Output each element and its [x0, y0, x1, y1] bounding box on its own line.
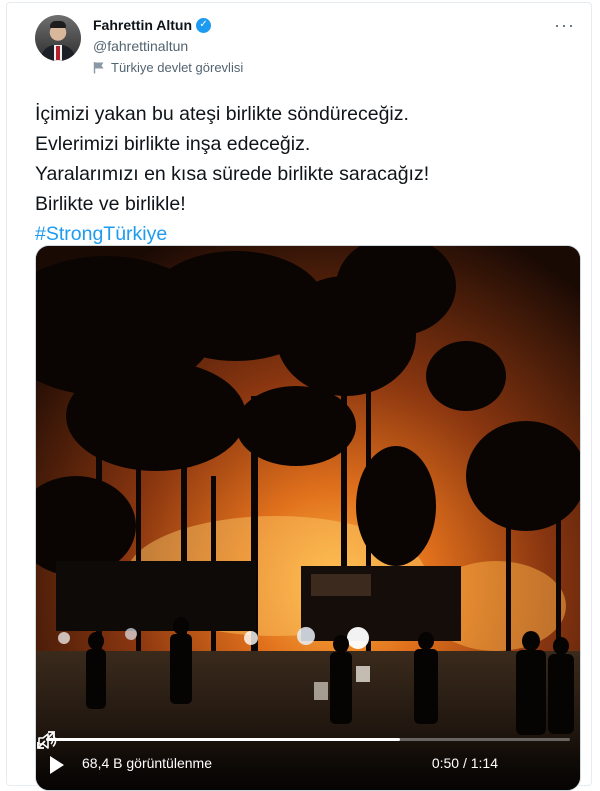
flag-icon: [93, 62, 104, 74]
account-label[interactable]: Türkiye devlet görevlisi: [93, 60, 243, 75]
progress-bar[interactable]: [46, 738, 570, 741]
account-label-text: Türkiye devlet görevlisi: [111, 60, 244, 75]
view-count: 68,4 B görüntülenme: [82, 755, 212, 771]
tweet-line: Birlikte ve birlikle!: [35, 193, 186, 215]
tweet-line: Yaralarımızı en kısa sürede birlikte sar…: [35, 163, 430, 185]
avatar-hair: [50, 21, 66, 28]
progress-fill: [46, 738, 401, 741]
video-time: 0:50 / 1:14: [431, 755, 498, 771]
tweet-line: Evlerimizi birlikte inşa edeceğiz.: [35, 133, 311, 155]
author-name-row: Fahrettin Altun ✓: [93, 17, 212, 33]
video-controls: 68,4 B görüntülenme 0:50 / 1:14: [36, 730, 580, 790]
fullscreen-icon[interactable]: [36, 730, 56, 750]
play-icon[interactable]: [50, 756, 64, 774]
author-display-name[interactable]: Fahrettin Altun: [93, 17, 192, 33]
tweet-line: İçimizi yakan bu ateşi birlikte söndürec…: [35, 103, 409, 125]
video-frame: [36, 246, 580, 790]
avatar[interactable]: [35, 15, 81, 61]
avatar-tie: [56, 46, 60, 60]
author-handle[interactable]: @fahrettinaltun: [93, 38, 188, 54]
tweet-text: İçimizi yakan bu ateşi birlikte söndürec…: [35, 99, 575, 249]
video-player[interactable]: 68,4 B görüntülenme 0:50 / 1:14: [35, 245, 581, 791]
more-options-button[interactable]: ···: [554, 15, 575, 36]
tweet-card: Fahrettin Altun ✓ @fahrettinaltun Türkiy…: [6, 2, 592, 791]
verified-badge-icon: ✓: [196, 17, 212, 33]
